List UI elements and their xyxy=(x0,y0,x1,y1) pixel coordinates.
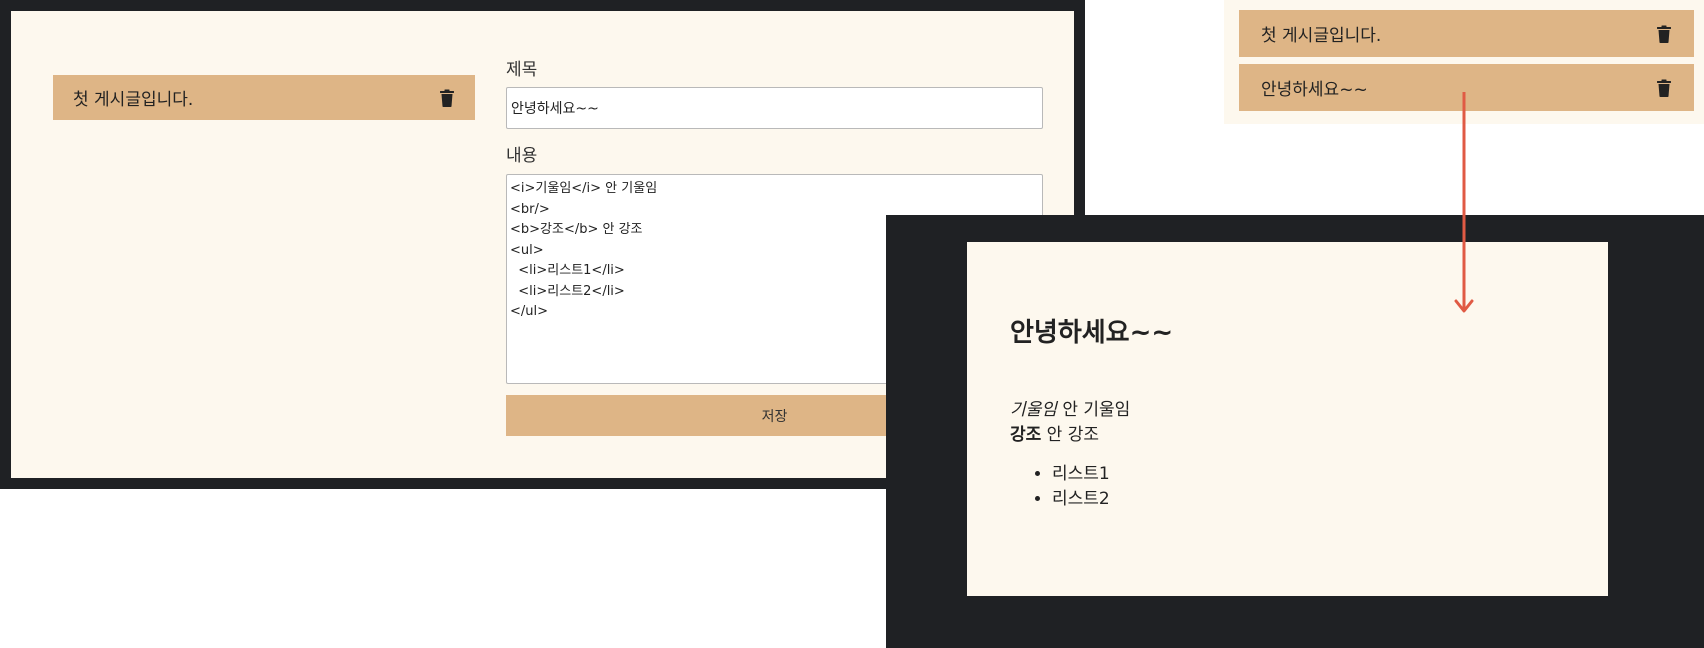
preview-bold-text: 강조 xyxy=(1010,425,1042,445)
title-label: 제목 xyxy=(506,60,538,80)
preview-line-italic: 기울임 안 기울임 xyxy=(1010,398,1130,423)
preview-list: 리스트1 리스트2 xyxy=(1010,462,1130,512)
preview-title: 안녕하세요~~ xyxy=(1010,318,1174,348)
content-label: 내용 xyxy=(506,146,538,166)
preview-italic-text: 기울임 xyxy=(1010,400,1057,420)
arrow-down-icon xyxy=(1454,92,1474,313)
preview-body: 기울임 안 기울임 강조 안 강조 리스트1 리스트2 xyxy=(1010,398,1130,512)
trash-icon[interactable] xyxy=(439,89,455,107)
preview-normal-text: 안 강조 xyxy=(1041,425,1100,445)
preview-list-item: 리스트2 xyxy=(1052,487,1130,512)
preview-line-bold: 강조 안 강조 xyxy=(1010,423,1130,448)
trash-icon[interactable] xyxy=(1656,25,1672,43)
post-list-item-title: 첫 게시글입니다. xyxy=(1261,26,1382,46)
preview-window: 안녕하세요~~ 기울임 안 기울임 강조 안 강조 리스트1 리스트2 xyxy=(886,215,1704,648)
post-list-item-title: 안녕하세요~~ xyxy=(1261,80,1368,100)
title-input[interactable] xyxy=(506,87,1043,129)
post-list-item[interactable]: 첫 게시글입니다. xyxy=(1239,10,1694,57)
post-list-item-title: 첫 게시글입니다. xyxy=(73,90,194,110)
post-preview-panel: 안녕하세요~~ 기울임 안 기울임 강조 안 강조 리스트1 리스트2 xyxy=(967,242,1608,596)
post-list-item[interactable]: 첫 게시글입니다. xyxy=(53,75,475,120)
preview-list-item: 리스트1 xyxy=(1052,462,1130,487)
trash-icon[interactable] xyxy=(1656,79,1672,97)
preview-normal-text: 안 기울임 xyxy=(1056,400,1131,420)
